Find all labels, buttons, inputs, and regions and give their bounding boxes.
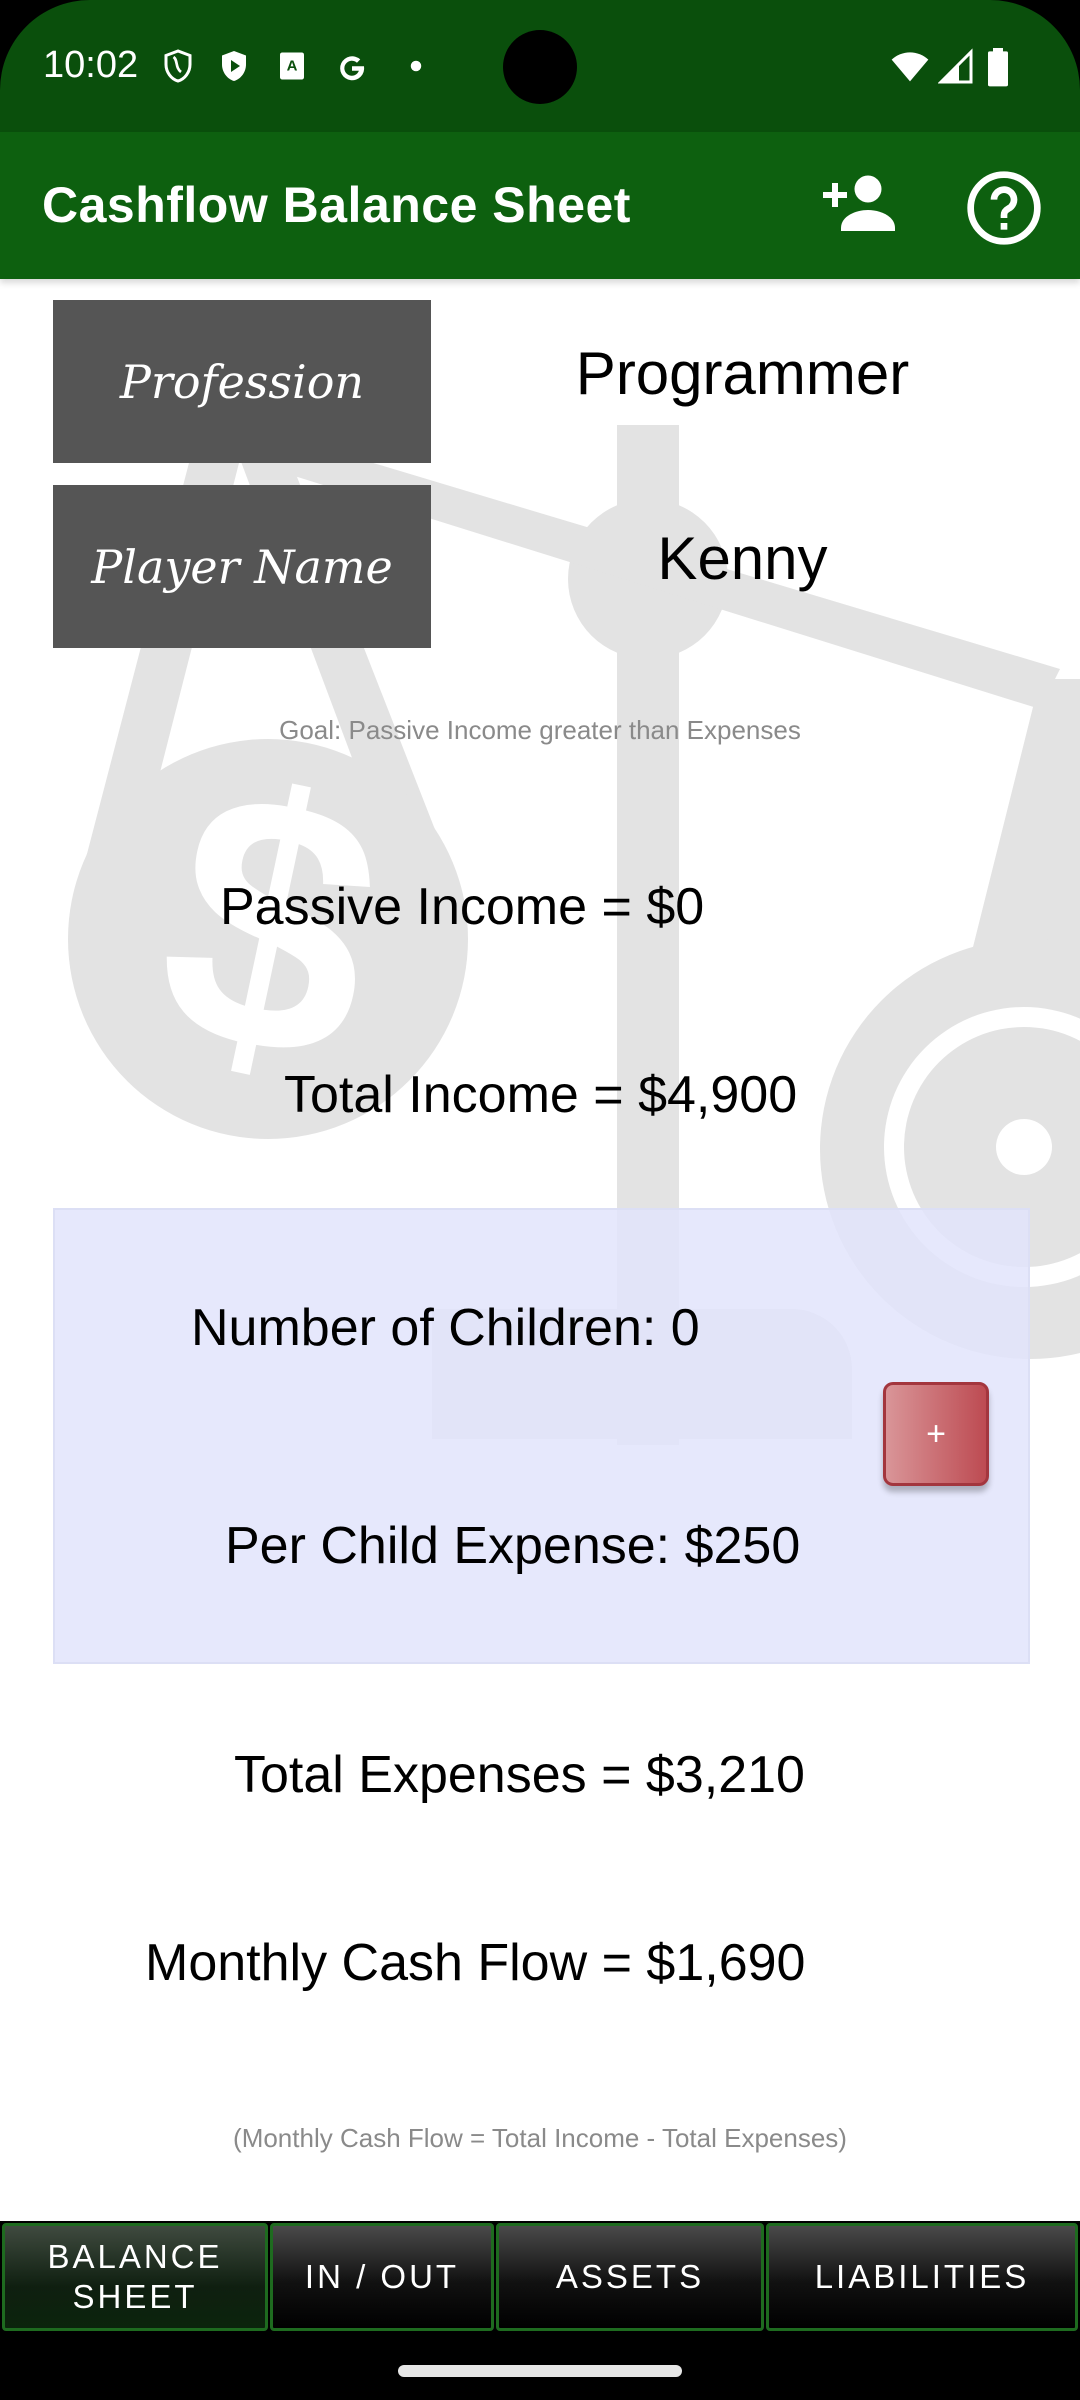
home-gesture-handle[interactable] [398,2365,682,2377]
system-nav-bar [0,2337,1080,2400]
passive-income-value: $0 [646,878,705,936]
formula-note: (Monthly Cash Flow = Total Income - Tota… [233,2123,847,2153]
children-panel: Number of Children: 0 + Per Child Expens… [53,1208,1030,1664]
help-button[interactable] [964,168,1048,248]
passive-income-label: Passive Income = [220,878,647,936]
app-bar: Cashflow Balance Sheet [0,132,1080,279]
shield-outline-icon [164,49,192,83]
balance-sheet-content: $ Profession Programmer Player Name Kenn… [0,279,1080,2221]
accessibility-a-icon: A [280,52,304,80]
add-player-button[interactable] [814,168,898,248]
notification-dot-icon [410,60,422,72]
camera-cutout [503,30,577,104]
children-count-value: 0 [670,1299,700,1357]
add-child-button[interactable]: + [883,1382,989,1486]
passive-income-row: Passive Income = $0 [220,877,704,937]
tab-in-out[interactable]: IN / OUT [270,2223,494,2331]
player-name-label[interactable]: Player Name [53,485,431,648]
goal-text: Goal: Passive Income greater than Expens… [279,715,801,745]
svg-text:A: A [287,58,298,75]
play-protect-icon [222,51,246,81]
total-income-value: $4,900 [638,1066,798,1124]
status-bar: 10:02 A [0,0,1080,132]
battery-icon [988,48,1008,87]
tab-balance-sheet[interactable]: BALANCE SHEET [2,2223,268,2331]
status-time: 10:02 [43,44,139,86]
tab-balance-sheet-line2: SHEET [72,2278,198,2315]
total-expenses-label: Total Expenses = [234,1746,646,1804]
children-count-row: Number of Children: 0 [191,1298,700,1358]
per-child-expense-label: Per Child Expense: [225,1517,685,1575]
tab-balance-sheet-line1: BALANCE [47,2238,223,2275]
per-child-expense-row: Per Child Expense: $250 [225,1516,800,1576]
bottom-tab-bar: BALANCE SHEET IN / OUT ASSETS LIABILITIES [0,2221,1080,2337]
monthly-cash-flow-row: Monthly Cash Flow = $1,690 [145,1933,805,1993]
player-name-value[interactable]: Kenny [460,524,1025,593]
wifi-icon [891,52,929,82]
tab-liabilities[interactable]: LIABILITIES [766,2223,1078,2331]
profession-value[interactable]: Programmer [460,339,1025,408]
add-player-icon [823,175,895,231]
total-income-row: Total Income = $4,900 [284,1065,797,1125]
total-income-label: Total Income = [284,1066,639,1124]
cell-signal-icon [938,48,973,84]
monthly-cash-flow-label: Monthly Cash Flow = [145,1934,647,1992]
google-g-icon [340,56,365,81]
monthly-cash-flow-value: $1,690 [646,1934,806,1992]
profession-label[interactable]: Profession [53,300,431,463]
children-count-label: Number of Children: [191,1299,671,1357]
total-expenses-row: Total Expenses = $3,210 [234,1745,805,1805]
app-title: Cashflow Balance Sheet [42,177,631,233]
total-expenses-value: $3,210 [645,1746,805,1804]
help-icon [967,171,1041,245]
tab-assets[interactable]: ASSETS [496,2223,764,2331]
per-child-expense-value: $250 [684,1517,801,1575]
